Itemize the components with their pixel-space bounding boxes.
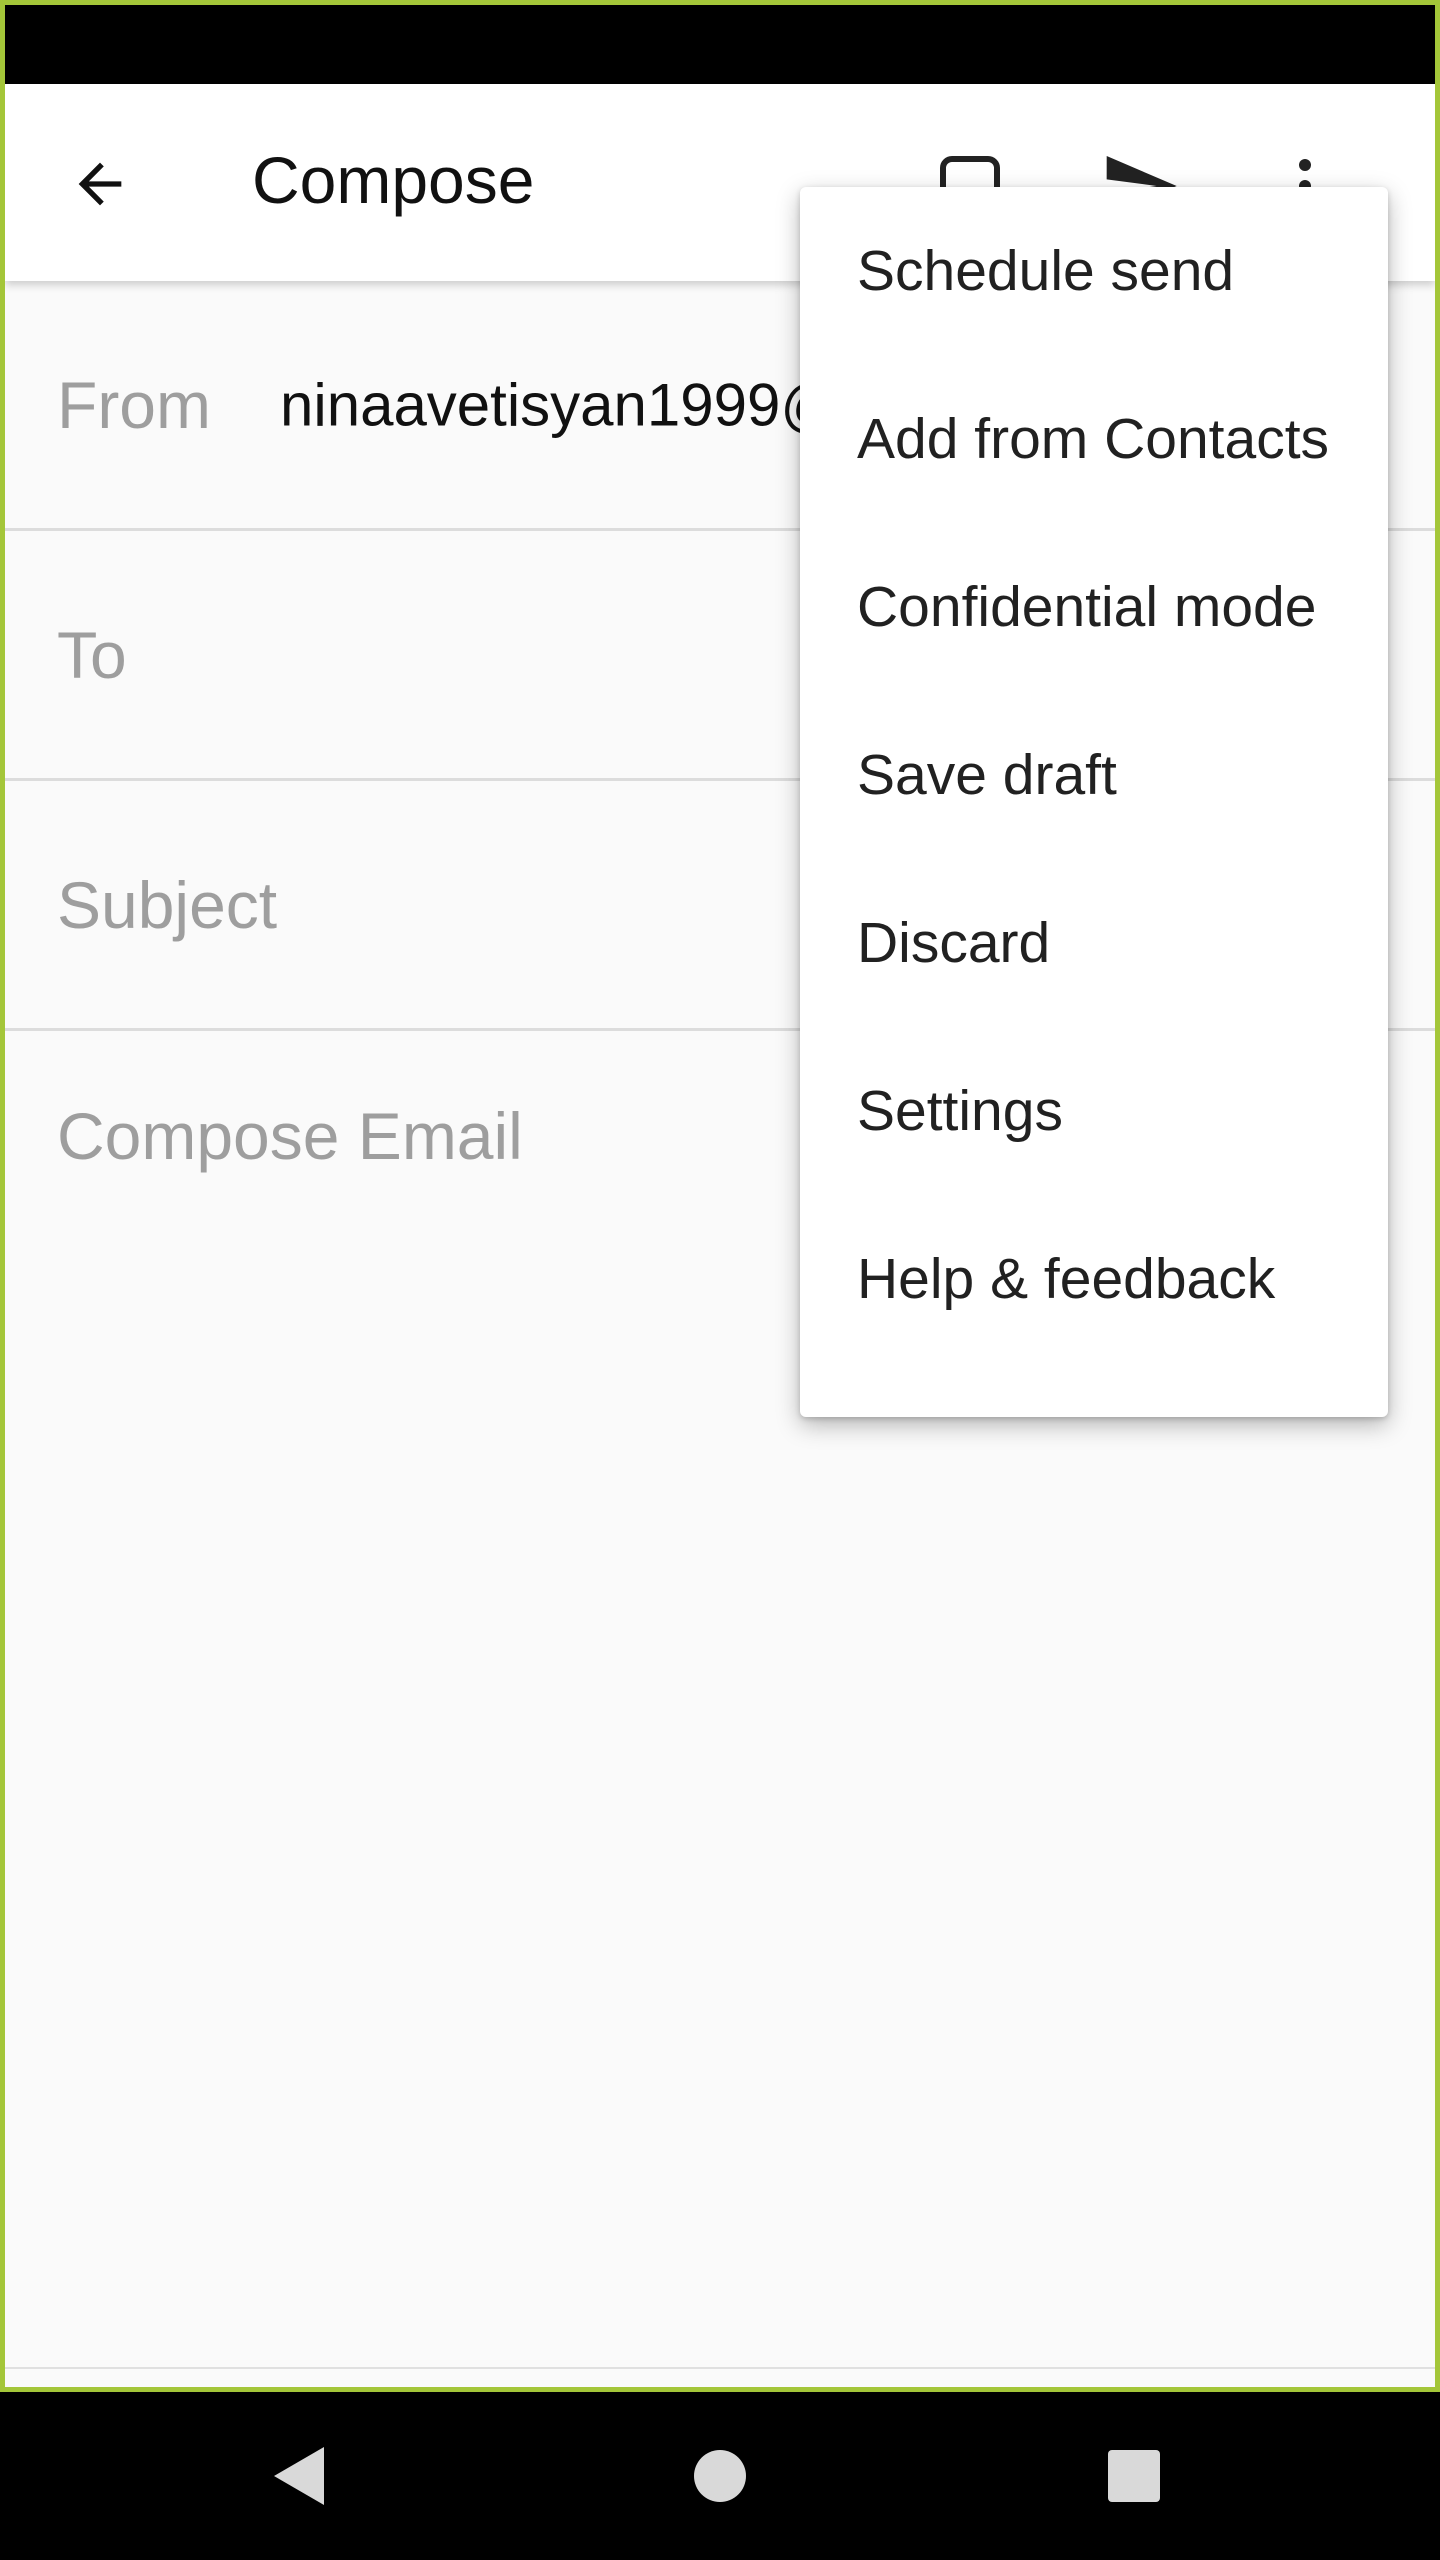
menu-item-discard[interactable]: Discard	[800, 859, 1388, 1027]
compose-body-input[interactable]: Compose Email	[57, 1098, 523, 1174]
from-label: From	[57, 367, 211, 442]
nav-back-button[interactable]	[250, 2426, 350, 2526]
from-value: ninaavetisyan1999@	[280, 371, 842, 438]
nav-recents-button[interactable]	[1084, 2426, 1184, 2526]
menu-item-save-draft[interactable]: Save draft	[800, 691, 1388, 859]
page-title: Compose	[252, 143, 535, 217]
back-button[interactable]	[55, 139, 145, 229]
system-nav-bar	[0, 2392, 1440, 2560]
menu-item-confidential-mode[interactable]: Confidential mode	[800, 523, 1388, 691]
menu-item-help-feedback[interactable]: Help & feedback	[800, 1195, 1388, 1363]
overflow-menu: Schedule send Add from Contacts Confiden…	[800, 187, 1388, 1417]
menu-item-settings[interactable]: Settings	[800, 1027, 1388, 1195]
nav-home-button[interactable]	[670, 2426, 770, 2526]
menu-item-schedule-send[interactable]: Schedule send	[800, 187, 1388, 355]
nav-home-icon	[694, 2450, 746, 2502]
status-bar	[5, 5, 1435, 84]
screen-frame: Compose From ninaavetisyan1999@ To Subje…	[0, 0, 1440, 2392]
subject-label: Subject	[57, 867, 278, 942]
nav-recents-icon	[1108, 2450, 1160, 2502]
to-label: To	[57, 617, 127, 692]
back-arrow-icon	[78, 162, 122, 206]
divider	[5, 2367, 1435, 2369]
menu-item-add-from-contacts[interactable]: Add from Contacts	[800, 355, 1388, 523]
nav-back-icon	[274, 2447, 324, 2505]
